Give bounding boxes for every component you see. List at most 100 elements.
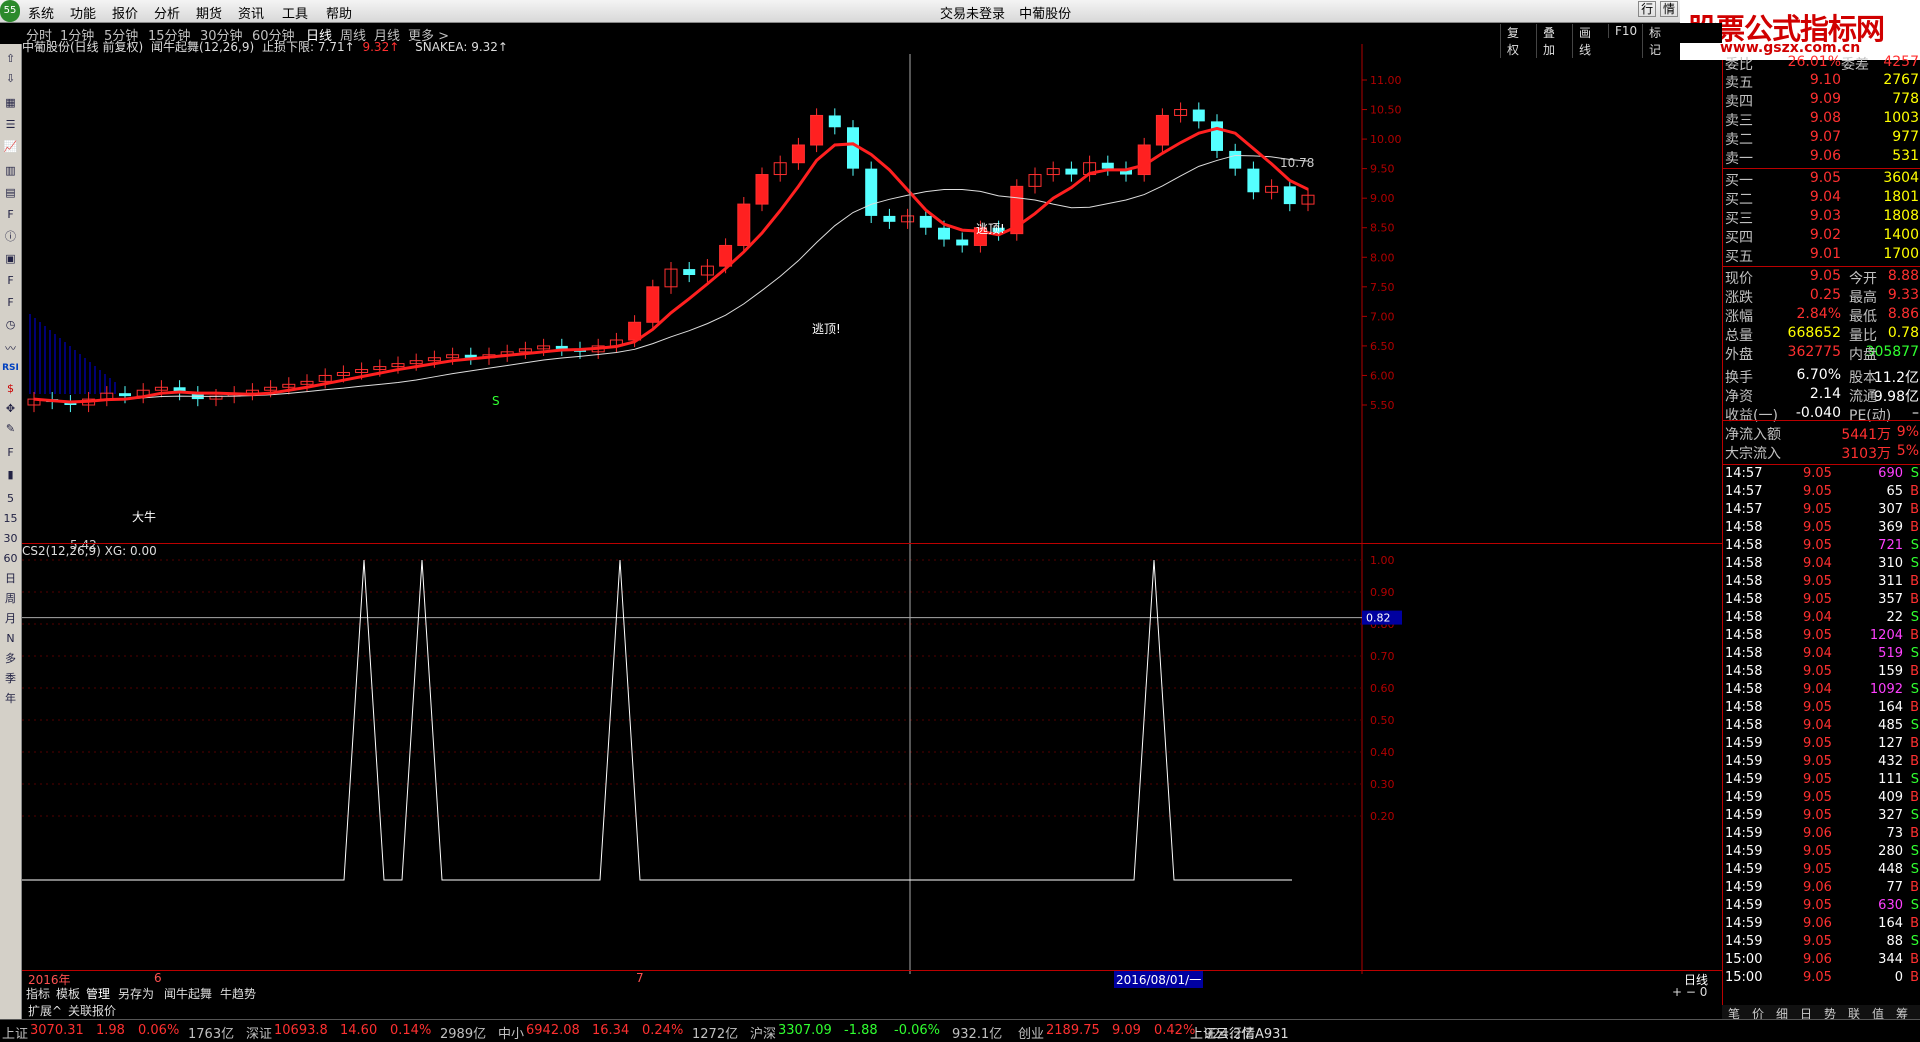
price-tick-label: 11.00	[1370, 74, 1402, 87]
period-week-button[interactable]: 周	[2, 590, 19, 607]
move-icon[interactable]: ✥	[2, 400, 19, 417]
index-name[interactable]: 沪深	[750, 1023, 776, 1042]
tick-row: 14:58 9.04 310 S	[1723, 556, 1920, 574]
tick-volume: 432	[1878, 754, 1903, 769]
tab-related-quote[interactable]: 关联报价	[68, 1002, 116, 1019]
signal-s-label: S	[492, 394, 500, 408]
f10-button[interactable]: F10	[1608, 24, 1643, 38]
bar-icon[interactable]: ▮	[2, 466, 19, 483]
clock-icon[interactable]: ◷	[2, 316, 19, 333]
tab-hang[interactable]: 行	[1638, 1, 1657, 17]
tick-row: 14:59 9.05 327 S	[1723, 808, 1920, 826]
period-month-button[interactable]: 月	[2, 610, 19, 627]
index-name[interactable]: 上证	[2, 1023, 28, 1042]
period-5-button[interactable]: 5	[2, 490, 19, 507]
menu-news[interactable]: 资讯	[238, 3, 264, 22]
row-label: 买二	[1725, 192, 1753, 208]
tick-time: 14:58	[1725, 538, 1763, 553]
tab-indicator[interactable]: 指标	[26, 985, 50, 1002]
wave-icon[interactable]: 〰	[2, 340, 19, 357]
period-30-button[interactable]: 30	[2, 530, 19, 547]
order-diff-label: 委差	[1841, 57, 1869, 73]
price-tick-label: 8.50	[1370, 222, 1395, 235]
sub-indicator-header[interactable]: CS2(12,26,9) XG: 0.00	[22, 544, 157, 558]
tab-expand[interactable]: 扩展^	[28, 1002, 62, 1019]
calendar-icon[interactable]: ▣	[2, 250, 19, 267]
tick-side: S	[1910, 772, 1919, 787]
tick-volume: 1092	[1869, 682, 1903, 697]
menu-system[interactable]: 系统	[28, 3, 54, 22]
tab-saveas[interactable]: 另存为	[118, 985, 154, 1002]
period-n-button[interactable]: N	[2, 630, 19, 647]
tick-side: S	[1910, 862, 1919, 877]
period-day-button[interactable]: 日	[2, 570, 19, 587]
pencil-icon[interactable]: ✎	[2, 420, 19, 437]
tab-template[interactable]: 模板	[56, 985, 80, 1002]
cloud-quote-label[interactable]: 上证云行情A931	[1190, 1023, 1289, 1042]
row-value: 9.02	[1809, 227, 1841, 243]
row-volume: 4257	[1883, 54, 1919, 70]
tick-time: 14:57	[1725, 502, 1763, 517]
menu-help[interactable]: 帮助	[326, 3, 352, 22]
tick-side: S	[1910, 718, 1919, 733]
menu-function[interactable]: 功能	[70, 3, 96, 22]
tab-wen-niu[interactable]: 闻牛起舞	[164, 985, 212, 1002]
period-season-button[interactable]: 季	[2, 670, 19, 687]
row-label: 买一	[1725, 173, 1753, 189]
tick-row: 14:59 9.06 73 B	[1723, 826, 1920, 844]
period-year-button[interactable]: 年	[2, 690, 19, 707]
grid-icon[interactable]: ▦	[2, 94, 19, 111]
index-name[interactable]: 中小	[498, 1023, 524, 1042]
tab-qing[interactable]: 情	[1659, 1, 1678, 17]
zoom-controls[interactable]: + − 0	[1672, 985, 1707, 999]
row-volume: 778	[1892, 91, 1919, 107]
main-indicator-header: 中葡股份(日线 前复权) 闻牛起舞(12,26,9) 止损下限: 7.71↑ 9…	[22, 38, 508, 55]
period-60-button[interactable]: 60	[2, 550, 19, 567]
menu-analysis[interactable]: 分析	[154, 3, 180, 22]
kline-chart[interactable]: 11.00 10.50 10.00 9.50 9.00 8.50 8.00 7.50 7.00 6…	[22, 40, 1722, 552]
indicator-name[interactable]: 闻牛起舞(12,26,9)	[151, 40, 254, 54]
tick-side: B	[1910, 592, 1919, 607]
sell-level-row: 卖一 9.06 531	[1723, 148, 1920, 167]
index-amount: 1272亿	[692, 1027, 739, 1042]
period-multi-button[interactable]: 多	[2, 650, 19, 667]
f10-icon[interactable]: F	[2, 206, 19, 223]
down-arrow-icon[interactable]: ⇩	[2, 70, 19, 87]
flow-label: 净流入额	[1725, 427, 1781, 443]
list-icon[interactable]: ☰	[2, 116, 19, 133]
tick-time: 14:59	[1725, 934, 1763, 949]
tick-volume: 159	[1878, 664, 1903, 679]
tick-side: B	[1910, 484, 1919, 499]
flow-value: 3103万	[1841, 446, 1891, 462]
table-icon[interactable]: ▤	[2, 184, 19, 201]
date-label-month6: 6	[154, 971, 162, 985]
f4-icon[interactable]: F	[2, 294, 19, 311]
dollar-icon[interactable]: $	[2, 380, 19, 397]
tick-row: 14:59 9.05 280 S	[1723, 844, 1920, 862]
tick-row: 14:58 9.04 22 S	[1723, 610, 1920, 628]
f2-icon[interactable]: F	[2, 272, 19, 289]
tab-niu-trend[interactable]: 牛趋势	[220, 985, 256, 1002]
tick-time: 14:59	[1725, 844, 1763, 859]
kline-icon[interactable]: ▥	[2, 162, 19, 179]
index-name[interactable]: 创业	[1018, 1023, 1044, 1042]
menu-quote[interactable]: 报价	[112, 3, 138, 22]
line-chart-icon[interactable]: 📈	[2, 138, 19, 155]
up-arrow-icon[interactable]: ⇧	[2, 50, 19, 67]
f5-icon[interactable]: F	[2, 444, 19, 461]
tick-volume: 1204	[1869, 628, 1903, 643]
period-15-button[interactable]: 15	[2, 510, 19, 527]
tab-manage[interactable]: 管理	[86, 985, 110, 1002]
menu-tools[interactable]: 工具	[282, 3, 308, 22]
info-icon[interactable]: ⓘ	[2, 228, 19, 245]
rsi-icon[interactable]: RSI	[2, 360, 19, 377]
sub-tick-label: 0.90	[1370, 586, 1395, 599]
sub-tick-label: 0.70	[1370, 650, 1395, 663]
price-tick-label: 7.00	[1370, 310, 1395, 323]
index-name[interactable]: 深证	[246, 1023, 272, 1042]
menu-futures[interactable]: 期货	[196, 3, 222, 22]
indicator-chart[interactable]: 1.000.900.800.700.600.500.400.300.200.82…	[22, 544, 1722, 974]
quote-row: 净资 2.14 9.98亿 流通	[1723, 386, 1920, 405]
tick-price: 9.05	[1803, 934, 1832, 949]
book-divider	[1723, 168, 1920, 169]
